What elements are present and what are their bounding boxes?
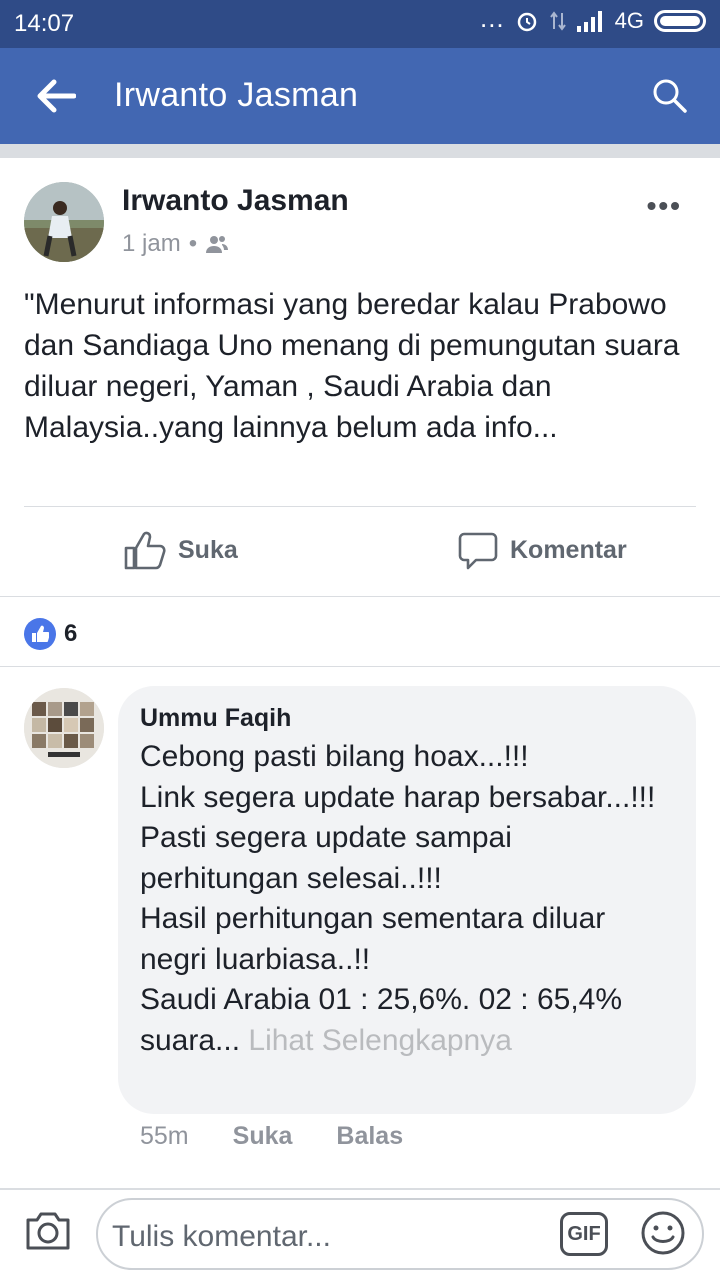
post-time[interactable]: 1 jam — [122, 230, 181, 258]
comment-bubble: Ummu Faqih Cebong pasti bilang hoax...!!… — [118, 686, 696, 1114]
divider — [24, 506, 696, 507]
page-title: Irwanto Jasman — [114, 76, 359, 114]
status-time: 14:07 — [14, 10, 75, 37]
comment-time: 55m — [140, 1122, 189, 1150]
like-reaction-icon — [24, 618, 56, 650]
reactions-summary[interactable]: 6 — [24, 618, 77, 650]
status-icons: ... 4G — [479, 3, 706, 34]
divider — [0, 666, 720, 667]
camera-icon[interactable] — [24, 1208, 72, 1252]
comment-label: Komentar — [510, 535, 627, 564]
network-label: 4G — [614, 8, 644, 33]
reaction-count: 6 — [64, 620, 78, 647]
section-separator — [0, 144, 720, 158]
battery-icon — [654, 10, 706, 32]
comment-text: Cebong pasti bilang hoax...!!! Link sege… — [140, 737, 674, 1061]
meta-separator: • — [188, 230, 198, 257]
app-bar: Irwanto Jasman — [0, 48, 720, 144]
comment-reply-button[interactable]: Balas — [336, 1122, 403, 1151]
author-avatar[interactable] — [24, 182, 104, 262]
data-transfer-icon — [549, 11, 566, 31]
composer-divider — [0, 1188, 720, 1190]
notification-dots: ... — [479, 3, 505, 33]
more-options-icon[interactable]: ••• — [647, 190, 682, 222]
status-bar: 14:07 ... 4G — [0, 0, 720, 48]
gif-icon[interactable]: GIF — [560, 1212, 608, 1256]
commenter-avatar[interactable] — [24, 688, 104, 768]
comment-input[interactable] — [112, 1220, 532, 1254]
post-text: "Menurut informasi yang beredar kalau Pr… — [24, 288, 680, 444]
search-icon[interactable] — [652, 78, 688, 114]
like-button[interactable]: Suka — [124, 528, 238, 572]
comment-footer: 55m Suka Balas — [140, 1122, 403, 1151]
emoji-icon[interactable] — [640, 1210, 686, 1256]
see-more-link[interactable]: Lihat Selengkapnya — [248, 1024, 512, 1057]
comment-body: Cebong pasti bilang hoax...!!! Link sege… — [140, 740, 656, 1057]
post-meta: 1 jam • — [122, 230, 229, 258]
comment-like-button[interactable]: Suka — [233, 1122, 293, 1151]
post-header: Irwanto Jasman 1 jam • ••• — [0, 158, 720, 278]
comment-icon — [458, 532, 498, 570]
post-author[interactable]: Irwanto Jasman — [122, 184, 349, 218]
alarm-icon — [517, 12, 536, 32]
signal-icon — [576, 11, 602, 32]
comment-composer: GIF — [96, 1198, 704, 1270]
divider — [0, 596, 720, 597]
friends-audience-icon — [206, 236, 229, 253]
back-arrow-icon[interactable] — [36, 78, 76, 114]
comment-author[interactable]: Ummu Faqih — [140, 704, 674, 733]
thumbs-up-icon — [124, 531, 166, 570]
comment-button[interactable]: Komentar — [458, 528, 627, 572]
like-label: Suka — [178, 535, 238, 564]
